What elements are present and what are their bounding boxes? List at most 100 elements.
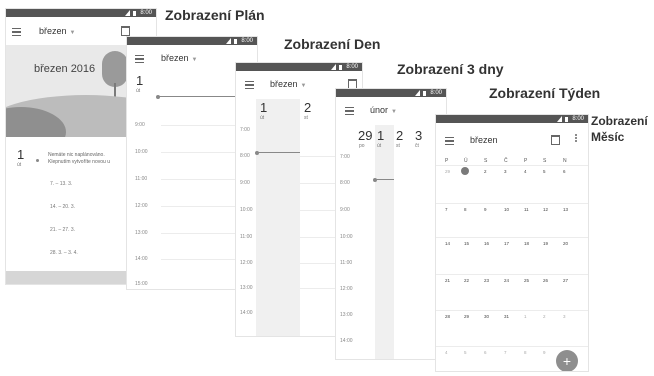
month-view-title-line2: Měsíc	[591, 130, 625, 144]
month-day-cell[interactable]: 18	[524, 241, 529, 246]
month-label: březen	[161, 53, 189, 63]
week-range[interactable]: 14. – 20. 3.	[50, 204, 75, 210]
month-day-cell[interactable]: 3	[563, 314, 566, 319]
weekday-label: N	[563, 158, 567, 164]
week-row-divider	[436, 274, 588, 275]
signal-icon	[557, 116, 562, 122]
month-day-cell[interactable]: 6	[484, 350, 487, 355]
banner-title: březen 2016	[34, 63, 96, 75]
calendar-icon[interactable]	[348, 79, 357, 89]
month-day-cell[interactable]: 6	[563, 169, 566, 174]
month-day-cell[interactable]: 7	[445, 207, 448, 212]
create-event-hint[interactable]: Klepnutím vytvoříte novou u	[48, 159, 110, 165]
month-day-cell[interactable]: 21	[445, 278, 450, 283]
month-day-cell[interactable]: 19	[543, 241, 548, 246]
month-day-cell[interactable]: 31	[504, 314, 509, 319]
day-number: 1	[260, 100, 268, 115]
day-name: st	[396, 143, 400, 149]
tree-trunk	[114, 83, 116, 97]
hour-label: 12:00	[340, 286, 353, 292]
day-number: 1	[17, 147, 25, 162]
hour-label: 13:00	[240, 285, 253, 291]
month-selector[interactable]: březen ▼	[161, 53, 197, 63]
day-view-title: Zobrazení Den	[284, 36, 381, 52]
week-row-divider	[436, 203, 588, 204]
more-options-icon[interactable]	[575, 134, 577, 136]
month-label: únor	[370, 105, 389, 115]
month-day-cell[interactable]: 15	[464, 241, 469, 246]
weekday-label: P	[445, 158, 449, 164]
month-day-cell[interactable]: 23	[484, 278, 489, 283]
week-range[interactable]: 7. – 13. 3.	[50, 181, 72, 187]
month-day-cell[interactable]: 11	[524, 207, 529, 212]
menu-icon[interactable]	[135, 55, 144, 63]
week-range[interactable]: 21. – 27. 3.	[50, 227, 75, 233]
month-day-cell[interactable]: 2	[543, 314, 546, 319]
day-name: út	[17, 162, 22, 168]
day-number: 2	[304, 100, 312, 115]
day-name: út	[260, 115, 265, 121]
month-selector[interactable]: březen ▼	[39, 26, 75, 36]
hour-label: 15:00	[135, 281, 148, 287]
weekday-label: S	[484, 158, 488, 164]
month-day-cell[interactable]: 29	[445, 169, 450, 174]
month-day-cell[interactable]: 16	[484, 241, 489, 246]
month-day-cell[interactable]: 12	[543, 207, 548, 212]
month-day-cell[interactable]: 2	[484, 169, 487, 174]
menu-icon[interactable]	[345, 107, 354, 115]
hour-label: 14:00	[340, 338, 353, 344]
status-time: 8:00	[430, 90, 442, 96]
day-name: út	[377, 143, 382, 149]
month-day-cell[interactable]: 10	[504, 207, 509, 212]
month-day-cell[interactable]: 7	[504, 350, 507, 355]
month-selector[interactable]: únor ▼	[370, 105, 397, 115]
month-day-cell[interactable]: 3	[504, 169, 507, 174]
month-day-cell[interactable]: 24	[504, 278, 509, 283]
chevron-down-icon: ▼	[300, 83, 307, 89]
month-day-cell[interactable]: 5	[543, 169, 546, 174]
month-day-cell[interactable]: 26	[543, 278, 548, 283]
month-day-cell[interactable]: 8	[524, 350, 527, 355]
month-day-cell[interactable]: 8	[464, 207, 467, 212]
month-day-cell[interactable]: 14	[445, 241, 450, 246]
week-range[interactable]: 28. 3. – 3. 4.	[50, 250, 78, 256]
month-view-title-line1: Zobrazení	[591, 114, 648, 128]
status-bar: 8:00	[127, 37, 257, 45]
add-event-fab[interactable]: +	[556, 350, 578, 371]
hour-label: 13:00	[135, 230, 148, 236]
month-day-cell[interactable]: 4	[445, 350, 448, 355]
month-day-cell[interactable]: 29	[464, 314, 469, 319]
hour-label: 8:00	[240, 153, 250, 159]
calendar-icon[interactable]	[551, 135, 560, 145]
month-day-cell[interactable]: 30	[484, 314, 489, 319]
menu-icon[interactable]	[245, 81, 254, 89]
today-column	[256, 99, 300, 336]
month-day-cell[interactable]: 27	[563, 278, 568, 283]
menu-icon[interactable]	[12, 28, 21, 36]
month-day-cell[interactable]: 1	[524, 314, 527, 319]
menu-icon[interactable]	[445, 137, 454, 145]
chevron-down-icon: ▼	[191, 57, 198, 63]
month-day-cell[interactable]: 4	[524, 169, 527, 174]
month-day-cell[interactable]: 20	[563, 241, 568, 246]
month-selector[interactable]: březen ▼	[270, 79, 306, 89]
month-day-cell[interactable]: 17	[504, 241, 509, 246]
month-label: březen	[270, 79, 298, 89]
month-day-cell[interactable]: 9	[484, 207, 487, 212]
month-day-cell[interactable]: 25	[524, 278, 529, 283]
hour-label: 10:00	[340, 234, 353, 240]
week-view-title: Zobrazení Týden	[489, 85, 601, 101]
month-day-cell[interactable]: 22	[464, 278, 469, 283]
hour-label: 11:00	[240, 234, 253, 240]
month-day-cell[interactable]: 5	[464, 350, 467, 355]
day-number: 1	[377, 128, 385, 143]
hour-label: 8:00	[340, 180, 350, 186]
month-selector[interactable]: březen	[470, 135, 498, 145]
month-day-cell[interactable]: 9	[543, 350, 546, 355]
month-day-cell[interactable]: 28	[445, 314, 450, 319]
calendar-icon[interactable]	[121, 26, 130, 36]
week-row-divider	[436, 346, 588, 347]
month-day-cell[interactable]: 13	[563, 207, 568, 212]
day-name: čt	[415, 143, 419, 149]
hour-label: 13:00	[340, 312, 353, 318]
